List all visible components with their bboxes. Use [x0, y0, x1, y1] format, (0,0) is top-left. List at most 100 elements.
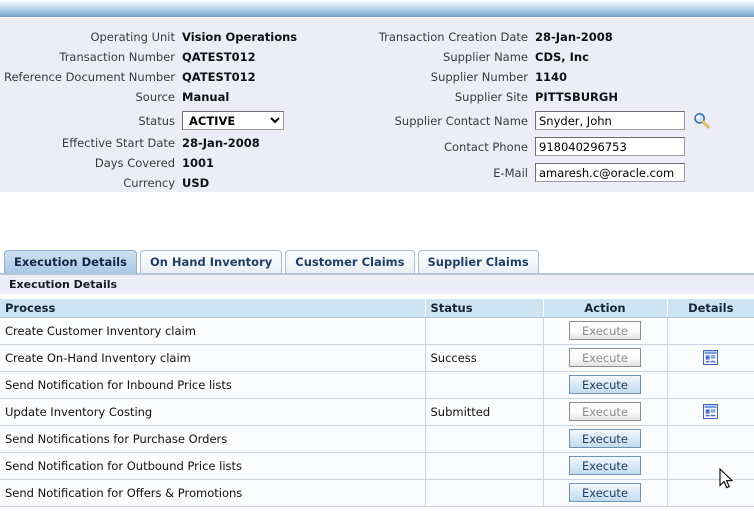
details-report-icon[interactable]	[703, 404, 719, 419]
table-row: Update Inventory Costing Submitted Execute	[0, 398, 754, 426]
execute-button: Execute	[569, 321, 641, 340]
table-body: Create Customer Inventory claim Execute Cr…	[0, 317, 754, 507]
field-row: Contact Phone	[370, 136, 754, 157]
field-value: CDS, Inc	[535, 50, 589, 64]
cell-process: Send Notifications for Purchase Orders	[0, 425, 426, 453]
cell-action: Execute	[543, 317, 668, 345]
table-row: Create Customer Inventory claim Execute	[0, 317, 754, 345]
tab-supplier-claims[interactable]: Supplier Claims	[417, 250, 539, 273]
column-header-action[interactable]: Action	[543, 299, 668, 318]
cell-process: Send Notification for Offers & Promotion…	[0, 479, 426, 507]
table-row: Send Notification for Inbound Price list…	[0, 371, 754, 399]
field-label: Contact Phone	[443, 139, 528, 154]
execute-button[interactable]: Execute	[569, 375, 641, 394]
cell-process: Create On-Hand Inventory claim	[0, 344, 426, 372]
field-label: Days Covered	[94, 156, 175, 170]
cell-details	[667, 479, 754, 507]
cell-details	[667, 425, 754, 453]
field-value: Vision Operations	[182, 30, 298, 44]
field-value: 1140	[535, 70, 568, 84]
status-select[interactable]: ACTIVEINACTIVECLOSED	[182, 111, 284, 130]
field-row: Currency USD	[0, 176, 368, 192]
cell-process: Send Notification for Inbound Price list…	[0, 371, 426, 399]
cell-status: Submitted	[425, 398, 544, 426]
execute-button: Execute	[569, 348, 641, 367]
field-row: Supplier Site PITTSBURGH	[370, 90, 754, 106]
table-row: Send Notifications for Purchase Orders Ex…	[0, 425, 754, 453]
execute-button[interactable]: Execute	[569, 483, 641, 502]
tab-customer-claims[interactable]: Customer Claims	[285, 250, 415, 273]
cell-process: Create Customer Inventory claim	[0, 317, 426, 345]
field-row: Operating Unit Vision Operations	[0, 30, 368, 46]
field-value: Manual	[182, 90, 230, 104]
column-header-process[interactable]: Process	[0, 299, 426, 318]
cell-status	[425, 452, 544, 480]
tab-execution-details[interactable]: Execution Details	[4, 250, 137, 273]
field-row: Reference Document Number QATEST012	[0, 70, 368, 86]
cell-process: Send Notification for Outbound Price lis…	[0, 452, 426, 480]
field-label: E-Mail	[493, 165, 528, 180]
tab-bar[interactable]: Execution Details On Hand Inventory Custom…	[4, 250, 539, 273]
field-row: Supplier Name CDS, Inc	[370, 50, 754, 66]
section-title: Execution Details	[9, 278, 118, 291]
field-row: Supplier Contact Name	[370, 110, 754, 131]
field-row: Source Manual	[0, 90, 368, 106]
e-mail-input[interactable]	[535, 163, 685, 182]
field-row: Transaction Creation Date 28-Jan-2008	[370, 30, 754, 46]
field-row: Effective Start Date 28-Jan-2008	[0, 136, 368, 152]
column-header-status[interactable]: Status	[425, 299, 544, 318]
field-label: Currency	[123, 176, 175, 190]
field-value: 28-Jan-2008	[535, 30, 613, 44]
top-accent-bar	[0, 0, 754, 17]
cell-details	[667, 371, 754, 399]
field-label: Supplier Name	[443, 50, 528, 64]
field-value: QATEST012	[182, 70, 256, 84]
details-report-icon[interactable]	[703, 350, 719, 365]
search-icon[interactable]	[693, 112, 710, 129]
cell-action: Execute	[543, 425, 668, 453]
cell-status	[425, 371, 544, 399]
field-label: Transaction Number	[59, 50, 175, 64]
cell-status: Success	[425, 344, 544, 372]
field-label: Supplier Number	[430, 70, 528, 84]
cell-status	[425, 479, 544, 507]
field-label: Supplier Contact Name	[394, 113, 528, 128]
cell-details	[667, 398, 754, 426]
cell-status	[425, 425, 544, 453]
field-label: Operating Unit	[90, 30, 175, 44]
field-label: Supplier Site	[454, 90, 528, 104]
field-value: USD	[182, 176, 210, 190]
table-row: Send Notification for Offers & Promotion…	[0, 479, 754, 507]
column-header-details[interactable]: Details	[667, 299, 754, 318]
section-header: Execution Details	[0, 275, 754, 294]
field-value: 28-Jan-2008	[182, 136, 260, 150]
cell-details	[667, 317, 754, 345]
tab-on-hand-inventory[interactable]: On Hand Inventory	[139, 250, 283, 273]
cell-status	[425, 317, 544, 345]
field-label: Reference Document Number	[4, 70, 175, 84]
field-row: Days Covered 1001	[0, 156, 368, 172]
cell-action: Execute	[543, 398, 668, 426]
contact-phone-input[interactable]	[535, 137, 685, 156]
transaction-header-panel: Operating Unit Vision Operations Transacti…	[0, 18, 754, 192]
execute-button[interactable]: Execute	[569, 429, 641, 448]
field-label: Status	[138, 113, 175, 128]
cell-action: Execute	[543, 479, 668, 507]
field-label: Source	[135, 90, 176, 104]
field-label: Effective Start Date	[61, 136, 175, 150]
cell-action: Execute	[543, 344, 668, 372]
field-row: Supplier Number 1140	[370, 70, 754, 86]
cell-process: Update Inventory Costing	[0, 398, 426, 426]
execution-details-table: Process Status Action Details Create Cus…	[0, 299, 754, 507]
cell-details	[667, 344, 754, 372]
execute-button[interactable]: Execute	[569, 456, 641, 475]
field-value: PITTSBURGH	[535, 90, 618, 104]
field-value: QATEST012	[182, 50, 256, 64]
supplier-contact-name-input[interactable]	[535, 111, 685, 130]
field-row: Status ACTIVEINACTIVECLOSED	[0, 110, 368, 131]
table-row: Send Notification for Outbound Price lis…	[0, 452, 754, 480]
cell-action: Execute	[543, 371, 668, 399]
field-label: Transaction Creation Date	[378, 30, 528, 44]
table-header-row: Process Status Action Details	[0, 299, 754, 318]
field-value: 1001	[182, 156, 215, 170]
